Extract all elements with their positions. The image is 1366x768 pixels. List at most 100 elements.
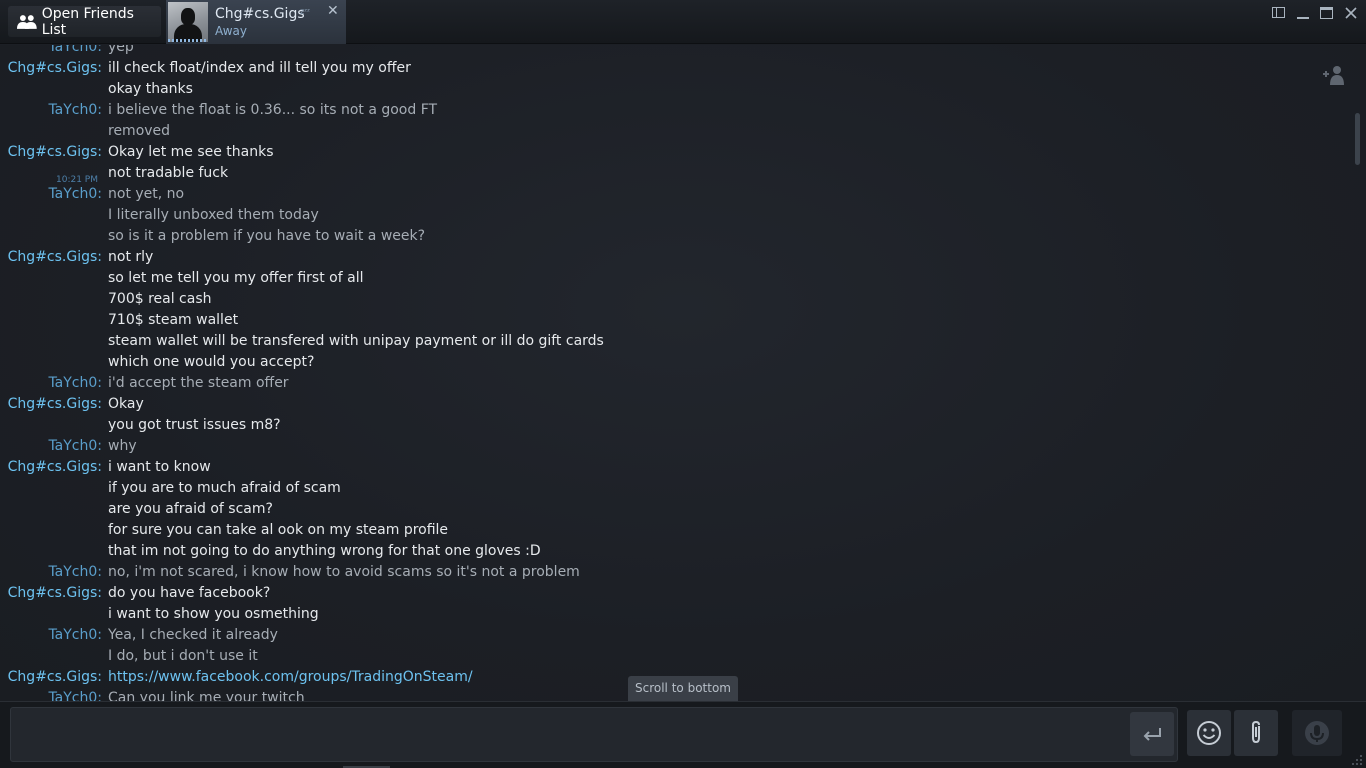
message-text: do you have facebook?	[108, 585, 271, 601]
message-text: that im not going to do anything wrong f…	[108, 543, 541, 559]
smiley-icon	[1197, 721, 1221, 745]
people-icon	[17, 14, 37, 29]
message-row: TaYch0: Yea, I checked it already	[0, 625, 1100, 646]
message-sender[interactable]: Chg#cs.Gigs:	[0, 142, 102, 163]
chat-input-field[interactable]	[10, 707, 1178, 762]
message-text: which one would you accept?	[108, 354, 315, 370]
message-row: so is it a problem if you have to wait a…	[0, 226, 1100, 247]
message-text: i want to show you osmething	[108, 606, 319, 622]
sleep-icon: zᶻᶻ	[300, 7, 311, 16]
chat-input-area	[0, 701, 1366, 768]
message-row: TaYch0: not yet, no	[0, 184, 1100, 205]
dock-icon[interactable]	[1272, 7, 1285, 18]
message-row: i want to show you osmething	[0, 604, 1100, 625]
chat-tab[interactable]: Chg#cs.Gigs zᶻᶻ Away ✕	[166, 0, 346, 44]
message-row: if you are to much afraid of scam	[0, 478, 1100, 499]
message-row: you got trust issues m8?	[0, 415, 1100, 436]
voice-chat-button[interactable]	[1292, 710, 1342, 756]
open-friends-list-label: Open Friends List	[41, 5, 134, 38]
add-friend-icon[interactable]	[1322, 64, 1346, 90]
send-button[interactable]	[1130, 712, 1174, 756]
message-sender[interactable]: TaYch0:	[0, 625, 102, 646]
message-row: TaYch0: Can you link me your twitch	[0, 688, 1100, 701]
message-text: removed	[108, 123, 171, 139]
message-sender[interactable]: TaYch0:	[0, 436, 102, 457]
microphone-icon	[1305, 721, 1329, 745]
message-text: i want to know	[108, 459, 211, 475]
message-text: not tradable fuck	[108, 165, 229, 181]
message-row: Chg#cs.Gigs: Okay	[0, 394, 1100, 415]
message-text: ill check float/index and ill tell you m…	[108, 60, 411, 76]
message-text: not rly	[108, 249, 154, 265]
message-sender[interactable]: TaYch0:	[0, 45, 102, 58]
message-row: Chg#cs.Gigs: not rly	[0, 247, 1100, 268]
message-sender[interactable]: TaYch0:	[0, 688, 102, 701]
message-row: 710$ steam wallet	[0, 310, 1100, 331]
message-text: i'd accept the steam offer	[108, 375, 289, 391]
message-row: Chg#cs.Gigs: do you have facebook?	[0, 583, 1100, 604]
message-row: okay thanks	[0, 79, 1100, 100]
close-tab-icon[interactable]: ✕	[327, 3, 339, 19]
minimize-icon[interactable]	[1297, 17, 1309, 19]
message-sender[interactable]: TaYch0:	[0, 373, 102, 394]
title-bar: Open Friends List Chg#cs.Gigs zᶻᶻ Away ✕	[0, 0, 1366, 44]
message-row: so let me tell you my offer first of all	[0, 268, 1100, 289]
message-row: are you afraid of scam?	[0, 499, 1100, 520]
message-row: 700$ real cash	[0, 289, 1100, 310]
scrollbar[interactable]	[1355, 113, 1360, 165]
maximize-icon[interactable]	[1320, 7, 1333, 19]
message-sender[interactable]: Chg#cs.Gigs:	[0, 667, 102, 688]
message-text: Okay let me see thanks	[108, 144, 274, 160]
emoji-button[interactable]	[1187, 710, 1231, 756]
message-row: I literally unboxed them today	[0, 205, 1100, 226]
message-sender[interactable]: TaYch0:	[0, 562, 102, 583]
message-row: for sure you can take al ook on my steam…	[0, 520, 1100, 541]
message-row: Chg#cs.Gigs: i want to know	[0, 457, 1100, 478]
message-text: so let me tell you my offer first of all	[108, 270, 364, 286]
message-sender[interactable]: Chg#cs.Gigs:	[0, 247, 102, 268]
message-sender[interactable]: Chg#cs.Gigs:	[0, 583, 102, 604]
message-row: Chg#cs.Gigs: ill check float/index and il…	[0, 58, 1100, 79]
message-row: TaYch0: no, i'm not scared, i know how to…	[0, 562, 1100, 583]
message-text: not yet, no	[108, 186, 185, 202]
message-row: that im not going to do anything wrong f…	[0, 541, 1100, 562]
message-row: I do, but i don't use it	[0, 646, 1100, 667]
message-sender[interactable]: Chg#cs.Gigs:	[0, 58, 102, 79]
message-row: TaYch0: yep	[0, 45, 1100, 58]
message-text: 710$ steam wallet	[108, 312, 239, 328]
message-row: Chg#cs.Gigs: Okay let me see thanks	[0, 142, 1100, 163]
message-text: I literally unboxed them today	[108, 207, 319, 223]
message-sender[interactable]: Chg#cs.Gigs:	[0, 457, 102, 478]
message-text: steam wallet will be transfered with uni…	[108, 333, 604, 349]
message-text: for sure you can take al ook on my steam…	[108, 522, 449, 538]
message-text: you got trust issues m8?	[108, 417, 281, 433]
chat-tab-name: Chg#cs.Gigs	[215, 6, 305, 22]
message-text: Yea, I checked it already	[108, 627, 278, 643]
resize-grip-icon[interactable]	[1351, 754, 1363, 766]
message-link[interactable]: https://www.facebook.com/groups/TradingO…	[108, 667, 473, 688]
message-row: steam wallet will be transfered with uni…	[0, 331, 1100, 352]
message-row: TaYch0: i'd accept the steam offer	[0, 373, 1100, 394]
message-row: TaYch0: why	[0, 436, 1100, 457]
message-text: so is it a problem if you have to wait a…	[108, 228, 426, 244]
message-row: Chg#cs.Gigs: https://www.facebook.com/gro…	[0, 667, 1100, 688]
message-row: TaYch0: i believe the float is 0.36... so…	[0, 100, 1100, 121]
open-friends-list-button[interactable]: Open Friends List	[8, 5, 161, 38]
paperclip-icon	[1252, 720, 1260, 744]
avatar	[168, 2, 208, 42]
message-sender[interactable]: TaYch0:	[0, 100, 102, 121]
attach-button[interactable]	[1234, 710, 1278, 756]
message-text: if you are to much afraid of scam	[108, 480, 341, 496]
message-sender[interactable]: Chg#cs.Gigs:	[0, 394, 102, 415]
message-text: Okay	[108, 396, 144, 412]
message-area[interactable]: TaYch0: yep Chg#cs.Gigs: ill check float/in…	[0, 45, 1366, 701]
scroll-to-bottom-button[interactable]: Scroll to bottom	[628, 676, 738, 701]
message-sender[interactable]: TaYch0:	[0, 184, 102, 205]
message-text: Can you link me your twitch	[108, 690, 305, 701]
message-row: which one would you accept?	[0, 352, 1100, 373]
message-text: i believe the float is 0.36... so its no…	[108, 102, 438, 118]
message-row: 10:21 PM not tradable fuck	[0, 163, 1100, 185]
chat-tab-status: Away	[215, 24, 247, 38]
close-window-icon[interactable]	[1343, 3, 1359, 21]
enter-icon	[1143, 728, 1161, 741]
